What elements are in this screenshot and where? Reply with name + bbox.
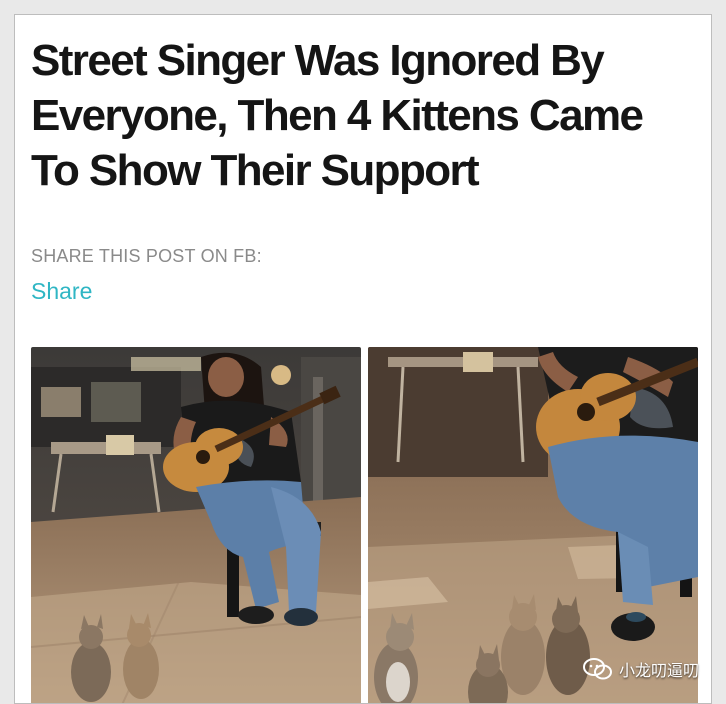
photo-singer-wide[interactable] xyxy=(31,347,361,703)
wechat-icon xyxy=(582,658,613,680)
photo-kittens-closeup-image xyxy=(368,347,698,703)
article-title: Street Singer Was Ignored By Everyone, T… xyxy=(31,36,644,195)
article-card: Street Singer Was Ignored By Everyone, T… xyxy=(14,14,712,704)
share-link[interactable]: Share xyxy=(31,278,92,305)
watermark: 小龙叨逼叨 xyxy=(582,657,699,681)
photo-kittens-closeup[interactable] xyxy=(368,347,698,703)
photo-singer-wide-image xyxy=(31,347,361,703)
watermark-text: 小龙叨逼叨 xyxy=(618,661,699,680)
share-label: SHARE THIS POST ON FB: xyxy=(31,246,262,266)
